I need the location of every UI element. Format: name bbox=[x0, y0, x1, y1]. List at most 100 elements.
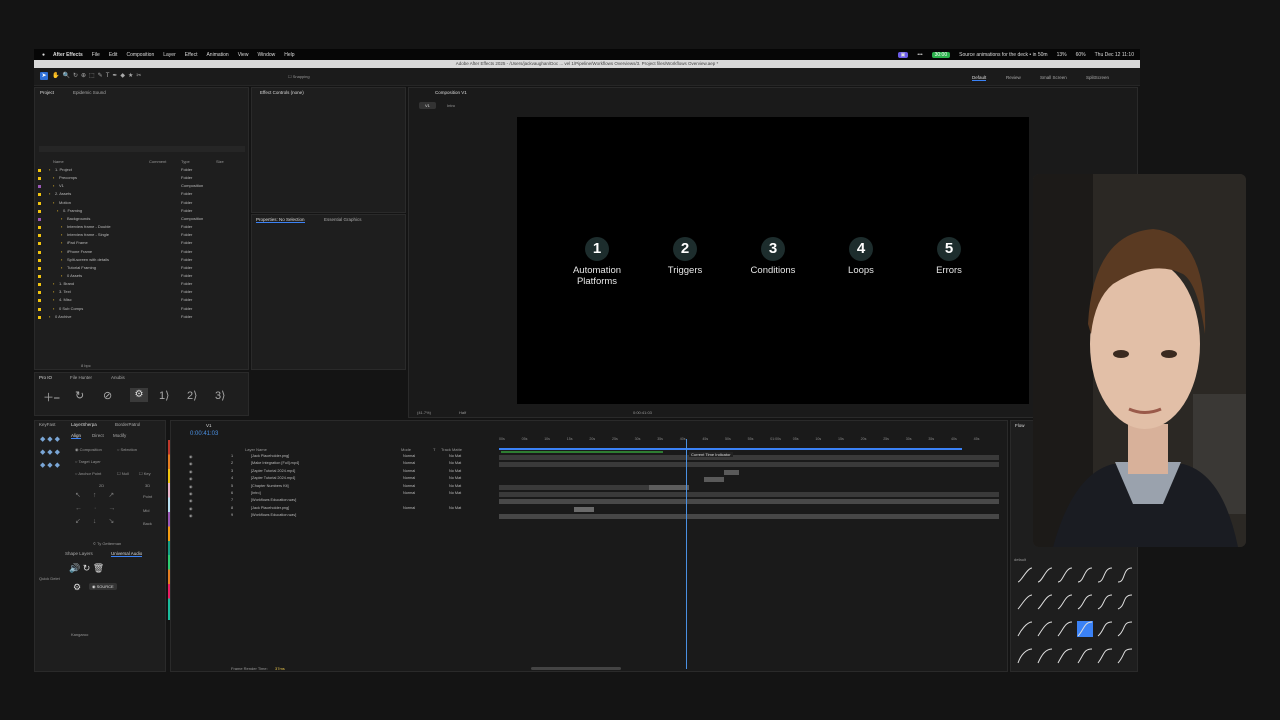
easing-curve-icon[interactable] bbox=[1097, 648, 1113, 664]
audio-icons[interactable]: 🔊 ↻ 🗑 bbox=[69, 563, 104, 574]
import-icon[interactable]: ＋⎯ bbox=[43, 389, 60, 405]
workspace-review[interactable]: Review bbox=[1006, 75, 1021, 80]
layer-matte[interactable]: No Mat bbox=[449, 454, 461, 458]
label-swatch[interactable] bbox=[38, 217, 41, 221]
easing-curve-icon[interactable] bbox=[1077, 594, 1093, 610]
layer-matte[interactable]: No Mat bbox=[449, 469, 461, 473]
timeline-layer-row[interactable]: ◉ 1 [Jack Placeholder.png] Normal No Mat bbox=[171, 454, 496, 461]
easing-curve-icon[interactable] bbox=[1077, 567, 1093, 583]
project-row[interactable]: ▪ 2. Assets Folder bbox=[35, 191, 248, 199]
timeline-layer-row[interactable]: ◉ 6 [Intro] Normal No Mat bbox=[171, 491, 496, 498]
easing-curve-icon[interactable] bbox=[1097, 621, 1113, 637]
calendar-status[interactable]: Source animations for the deck • in 50m bbox=[959, 52, 1047, 58]
eye-icon[interactable]: ◉ bbox=[189, 461, 192, 466]
proio-button-1[interactable]: 1⟩ bbox=[159, 389, 169, 402]
label-swatch[interactable] bbox=[38, 242, 41, 246]
breadcrumb-intro[interactable]: Intro bbox=[447, 103, 455, 108]
eye-icon[interactable]: ◉ bbox=[189, 506, 192, 511]
menu-animation[interactable]: Animation bbox=[206, 52, 228, 58]
layer-matte[interactable]: No Mat bbox=[449, 506, 461, 510]
tab-keyfast[interactable]: KeyFast bbox=[39, 422, 56, 427]
project-row[interactable]: ▪ 0 Assets Folder bbox=[35, 273, 248, 281]
label-swatch[interactable] bbox=[38, 307, 41, 311]
tool-icons[interactable]: ✋🔍↻⊕⬚✎T✒◆★✂ bbox=[52, 72, 144, 79]
layer-mode[interactable]: Normal bbox=[403, 491, 415, 495]
timeline-layer-row[interactable]: ◉ 4 [Zapier Tutorial 2024.mp4] Normal No Mat bbox=[171, 476, 496, 483]
easing-curve-icon[interactable] bbox=[1077, 621, 1093, 637]
label-swatch[interactable] bbox=[38, 266, 41, 270]
project-row[interactable]: ▪ Backgrounds Composition bbox=[35, 216, 248, 224]
workspace-small-screen[interactable]: Small Screen bbox=[1040, 75, 1067, 80]
layer-mode[interactable]: Normal bbox=[403, 454, 415, 458]
project-row[interactable]: ▪ Motion Folder bbox=[35, 200, 248, 208]
tab-align[interactable]: Align bbox=[71, 433, 82, 439]
tab-flow[interactable]: Flow bbox=[1015, 423, 1025, 428]
proio-button-3[interactable]: 3⟩ bbox=[215, 389, 225, 402]
align-grid[interactable]: ↖↑↗ ←·→ ↙↓↘ bbox=[75, 489, 135, 529]
project-row[interactable]: ▪ Tutorial Framing Folder bbox=[35, 265, 248, 273]
project-row[interactable]: ▪ 1. Project Folder bbox=[35, 167, 248, 175]
layer-bar[interactable] bbox=[649, 484, 689, 490]
project-col-type[interactable]: Type bbox=[181, 159, 190, 164]
label-swatch[interactable] bbox=[38, 226, 41, 230]
easing-curve-icon[interactable] bbox=[1017, 648, 1033, 664]
layer-bar[interactable] bbox=[499, 462, 999, 468]
opt-selection[interactable]: ○ Selection bbox=[117, 447, 137, 452]
eye-icon[interactable]: ◉ bbox=[189, 469, 192, 474]
tab-direct[interactable]: Direct bbox=[92, 433, 104, 438]
source-button[interactable]: ◉ SOURCE bbox=[89, 583, 117, 590]
project-row[interactable]: ▪ iPhone Frame Folder bbox=[35, 249, 248, 257]
col-layer-name[interactable]: Layer Name bbox=[245, 447, 267, 452]
project-row[interactable]: ▪ Precomps Folder bbox=[35, 175, 248, 183]
layer-mode[interactable]: Normal bbox=[403, 461, 415, 465]
layer-bar[interactable] bbox=[704, 477, 724, 483]
gear-icon[interactable]: ⚙ bbox=[73, 582, 81, 593]
label-swatch[interactable] bbox=[38, 283, 41, 287]
layer-bar[interactable] bbox=[499, 455, 999, 460]
project-row[interactable]: ▪ Split-screen with details Folder bbox=[35, 257, 248, 265]
menu-help[interactable]: Help bbox=[284, 52, 294, 58]
workspace-default[interactable]: Default bbox=[972, 75, 987, 81]
opt-composition[interactable]: ◉ Composition bbox=[75, 447, 102, 452]
bpc-label[interactable]: 8 bpc bbox=[81, 363, 91, 368]
label-swatch[interactable] bbox=[38, 177, 41, 181]
easing-curve-icon[interactable] bbox=[1117, 594, 1133, 610]
label-swatch[interactable] bbox=[38, 291, 41, 295]
apple-icon[interactable]: ● bbox=[42, 52, 45, 58]
playhead[interactable] bbox=[686, 439, 687, 669]
project-row[interactable]: ▪ 0. Framing Folder bbox=[35, 208, 248, 216]
app-menu[interactable]: After Effects bbox=[53, 52, 83, 58]
label-swatch[interactable] bbox=[38, 234, 41, 238]
label-swatch[interactable] bbox=[38, 193, 41, 197]
tab-modify[interactable]: Modify bbox=[113, 433, 126, 438]
menu-composition[interactable]: Composition bbox=[126, 52, 154, 58]
opt-anchor-point[interactable]: ○ Anchor Point bbox=[75, 471, 101, 476]
screen-record-icon[interactable]: ▣ bbox=[897, 51, 909, 58]
selection-tool-icon[interactable]: ➤ bbox=[40, 72, 48, 80]
project-row[interactable]: ▪ 4. Misc Folder bbox=[35, 297, 248, 305]
easing-curve-icon[interactable] bbox=[1057, 621, 1073, 637]
tab-project[interactable]: Project bbox=[40, 90, 54, 95]
menu-layer[interactable]: Layer bbox=[163, 52, 176, 58]
tab-borderpatrol[interactable]: BorderPatrol bbox=[115, 422, 140, 427]
easing-curve-icon[interactable] bbox=[1117, 621, 1133, 637]
workspace-splitscreen[interactable]: SplitScreen bbox=[1086, 75, 1109, 80]
more-icon[interactable]: ••• bbox=[917, 52, 922, 58]
opt-target-layer[interactable]: ○ Target Layer bbox=[75, 459, 101, 464]
tab-universal-audio[interactable]: Universal Audio bbox=[111, 551, 143, 557]
col-t[interactable]: T bbox=[433, 447, 435, 452]
project-row[interactable]: ▪ 1. Brand Folder bbox=[35, 281, 248, 289]
label-swatch[interactable] bbox=[38, 315, 41, 319]
col-track-matte[interactable]: Track Matte bbox=[441, 447, 462, 452]
composition-title[interactable]: Composition V1 bbox=[435, 90, 467, 95]
tab-shape-layers[interactable]: Shape Layers bbox=[65, 551, 93, 556]
zoom-select[interactable]: (41.7%) bbox=[417, 410, 431, 415]
clear-icon[interactable]: ⊘ bbox=[103, 389, 112, 402]
easing-curve-icon[interactable] bbox=[1037, 567, 1053, 583]
refresh-icon[interactable]: ↻ bbox=[75, 389, 84, 402]
menu-view[interactable]: View bbox=[238, 52, 249, 58]
menu-edit[interactable]: Edit bbox=[109, 52, 118, 58]
timeline-layer-row[interactable]: ◉ 3 [Zapier Tutorial 2024.mp4] Normal No Mat bbox=[171, 469, 496, 476]
timeline-zoom-slider[interactable] bbox=[531, 667, 621, 670]
project-row[interactable]: ▪ 0 Sub Comps Folder bbox=[35, 306, 248, 314]
